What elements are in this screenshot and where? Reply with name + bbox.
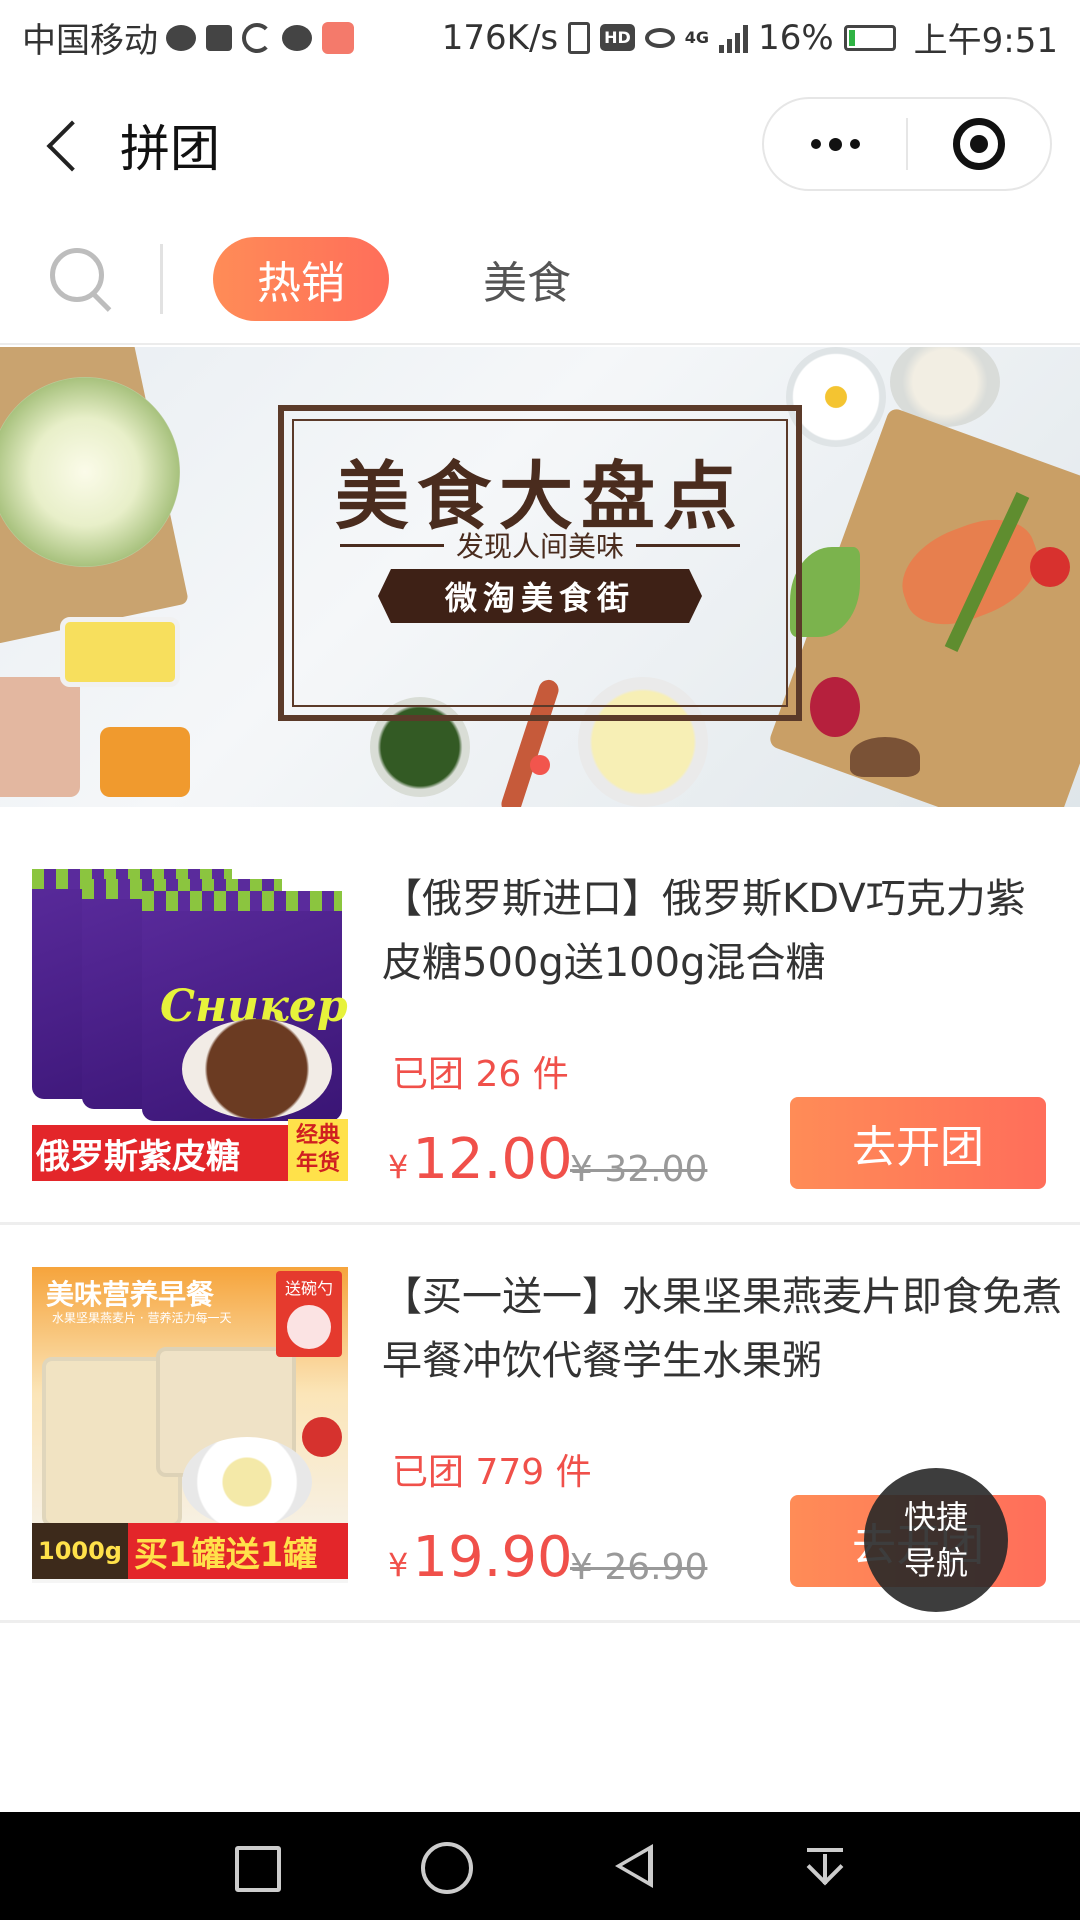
status-right: 176K/s HD 4G 16% 上午9:51 xyxy=(442,13,1058,62)
original-price: ¥ 32.00 xyxy=(570,1149,708,1190)
start-group-button[interactable]: 去开团 xyxy=(790,1097,1046,1189)
group-price: ¥ 19.90 xyxy=(388,1525,573,1590)
product-image[interactable]: Сникер 俄罗斯紫皮糖 经典年货 xyxy=(32,869,348,1185)
carrier-label: 中国移动 xyxy=(22,21,158,61)
app-notification-icon xyxy=(322,21,354,54)
signal-icon xyxy=(719,23,749,53)
more-options-button[interactable] xyxy=(764,99,906,189)
nav-bar: 拼团 xyxy=(0,75,1080,215)
dish-image xyxy=(0,677,80,797)
product-image[interactable]: 美味营养早餐 水果坚果燕麦片 · 营养活力每一天 送碗勺 1000g 买1罐送1… xyxy=(32,1267,348,1583)
original-price: ¥ 26.90 xyxy=(570,1547,708,1588)
network-speed: 176K/s xyxy=(441,17,559,58)
divider-line xyxy=(636,543,741,547)
back-arrow-icon[interactable] xyxy=(20,100,110,190)
target-icon xyxy=(952,118,1005,170)
product-card[interactable]: Сникер 俄罗斯紫皮糖 经典年货 【俄罗斯进口】俄罗斯KDV巧克力紫皮糖50… xyxy=(0,827,1080,1225)
banner-ribbon: 微淘美食街 xyxy=(378,569,702,623)
tab-hot[interactable]: 热销 xyxy=(213,237,389,321)
group-price: ¥ 12.00 xyxy=(388,1127,573,1192)
product-image-subtitle: 水果坚果燕麦片 · 营养活力每一天 xyxy=(52,1311,232,1325)
quick-nav-label-line1: 快捷 xyxy=(903,1498,968,1536)
tab-divider xyxy=(160,244,163,314)
carousel-indicator-dot[interactable] xyxy=(530,755,550,775)
network-type: 4G xyxy=(684,28,710,47)
product-image-caption: 1000g 买1罐送1罐 xyxy=(32,1523,348,1579)
back-triangle-icon[interactable] xyxy=(605,1836,665,1896)
promo-banner[interactable]: 美食大盘点 发现人间美味 微淘美食街 xyxy=(0,347,1080,807)
status-bar: 中国移动 176K/s HD 4G 16% 上午9:51 xyxy=(0,0,1080,75)
hd-icon: HD xyxy=(600,24,635,51)
recent-apps-icon[interactable] xyxy=(225,1836,285,1896)
divider-line xyxy=(340,543,444,547)
gift-label: 送碗勺 xyxy=(284,1279,333,1298)
product-image-title: 美味营养早餐 xyxy=(46,1278,215,1311)
battery-icon xyxy=(843,24,896,51)
battery-percent: 16% xyxy=(758,17,834,58)
product-name[interactable]: 【买一送一】水果坚果燕麦片即食免煮早餐冲饮代餐学生水果粥 xyxy=(382,1265,1062,1393)
dot-icon xyxy=(849,139,860,149)
promo-label: 买1罐送1罐 xyxy=(133,1534,318,1575)
tomato-image xyxy=(1030,547,1070,587)
clock: 上午9:51 xyxy=(913,21,1058,61)
honey-image xyxy=(100,727,190,797)
chocolate-image xyxy=(182,1019,332,1119)
dot-icon xyxy=(828,137,842,151)
quick-nav-button[interactable]: 快捷 导航 xyxy=(864,1468,1008,1612)
home-icon[interactable] xyxy=(415,1836,475,1896)
product-name[interactable]: 【俄罗斯进口】俄罗斯KDV巧克力紫皮糖500g送100g混合糖 xyxy=(382,867,1062,995)
currency-symbol: ¥ xyxy=(388,1148,409,1186)
banner-subtitle: 发现人间美味 xyxy=(456,530,625,563)
sold-count: 已团 779 件 xyxy=(392,1452,592,1493)
banner-subtitle-row: 发现人间美味 xyxy=(340,525,741,565)
miniprogram-capsule xyxy=(762,97,1052,191)
oat-bowl-image xyxy=(182,1437,312,1527)
quick-nav-label-line2: 导航 xyxy=(903,1544,968,1582)
loading-ring-icon xyxy=(242,22,272,53)
gift-badge: 送碗勺 xyxy=(276,1271,342,1357)
notification-pulldown-icon[interactable] xyxy=(795,1836,855,1896)
category-tabs: 热销 美食 xyxy=(0,215,1080,345)
notification-icons xyxy=(166,21,354,54)
chat-bubble-icon xyxy=(282,24,312,51)
tab-food[interactable]: 美食 xyxy=(439,237,615,321)
eye-icon xyxy=(644,27,675,48)
currency-symbol: ¥ xyxy=(388,1546,409,1584)
page-title: 拼团 xyxy=(120,120,220,178)
price-value: 12.00 xyxy=(412,1127,573,1192)
search-icon[interactable] xyxy=(46,244,116,314)
radish-image xyxy=(810,677,860,737)
shopping-bag-icon xyxy=(206,24,232,51)
butter-image xyxy=(60,617,180,687)
wechat-icon xyxy=(166,24,196,51)
dot-icon xyxy=(810,139,821,149)
weight-label: 1000g xyxy=(32,1523,128,1579)
system-nav-bar xyxy=(0,1812,1080,1920)
vibrate-icon xyxy=(568,21,591,54)
product-image-tag: 经典年货 xyxy=(288,1119,348,1181)
price-value: 19.90 xyxy=(412,1525,573,1590)
mushroom-image xyxy=(850,737,920,777)
product-image-caption: 俄罗斯紫皮糖 xyxy=(32,1125,288,1181)
bowl-icon xyxy=(287,1305,331,1349)
strawberry-image xyxy=(302,1417,342,1457)
sold-count: 已团 26 件 xyxy=(392,1054,569,1095)
close-miniprogram-button[interactable] xyxy=(908,99,1050,189)
